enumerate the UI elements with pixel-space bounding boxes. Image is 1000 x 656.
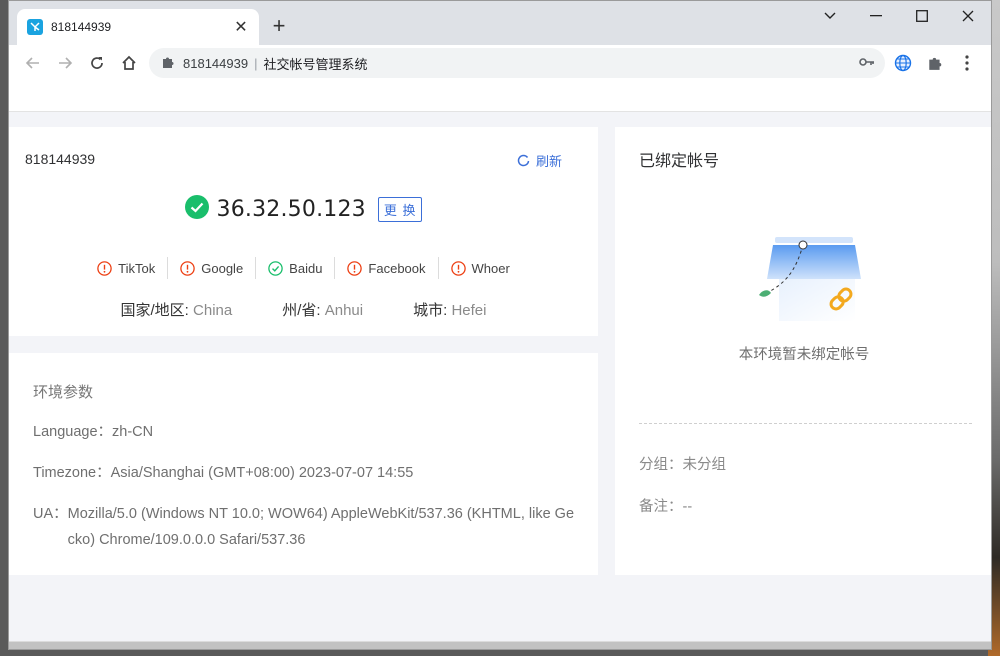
error-icon bbox=[347, 260, 363, 276]
geo-info: 国家/地区: China 州/省: Anhui 城市: Hefei bbox=[9, 299, 598, 320]
minimize-button[interactable] bbox=[853, 1, 899, 31]
app-favicon-icon bbox=[27, 19, 43, 35]
divider bbox=[639, 423, 972, 424]
params-title: 环境参数 bbox=[33, 384, 94, 401]
home-button[interactable] bbox=[113, 47, 145, 79]
forward-button[interactable] bbox=[49, 47, 81, 79]
param-ua: UA： Mozilla/5.0 (Windows NT 10.0; WOW64) … bbox=[33, 501, 578, 553]
active-tab[interactable]: 818144939 ✕ bbox=[17, 9, 259, 45]
group-value: 未分组 bbox=[682, 457, 727, 473]
password-key-icon[interactable] bbox=[859, 55, 875, 72]
globe-extension-icon[interactable] bbox=[887, 47, 919, 79]
ua-key: UA： bbox=[33, 506, 68, 522]
maximize-button[interactable] bbox=[899, 1, 945, 31]
empty-link-illustration bbox=[755, 233, 865, 333]
bound-group: 分组：未分组 bbox=[639, 453, 726, 474]
toolbar-extensions bbox=[887, 47, 983, 79]
group-key: 分组： bbox=[639, 457, 683, 473]
back-button[interactable] bbox=[17, 47, 49, 79]
new-tab-button[interactable]: + bbox=[267, 14, 291, 38]
check-label: Google bbox=[201, 260, 244, 276]
check-label: TikTok bbox=[118, 260, 156, 276]
environment-params-card: 环境参数 Language：zh-CN Timezone：Asia/Shangh… bbox=[9, 353, 598, 575]
province-value: Anhui bbox=[324, 302, 364, 319]
extension-puzzle-icon bbox=[161, 55, 175, 72]
menu-kebab-icon[interactable] bbox=[951, 47, 983, 79]
site-checks: TikTok Google Baidu Facebook Whoer bbox=[9, 257, 598, 279]
geo-city: 城市: Hefei bbox=[413, 299, 486, 320]
geo-province: 州/省: Anhui bbox=[282, 299, 363, 320]
timezone-key: Timezone： bbox=[33, 465, 111, 481]
check-label: Facebook bbox=[368, 260, 426, 276]
timezone-value: Asia/Shanghai (GMT+08:00) 2023-07-07 14:… bbox=[110, 465, 414, 481]
success-icon bbox=[268, 260, 283, 276]
browser-window: 818144939 ✕ + 818144939 | 社交帐号管理系统 81814… bbox=[8, 0, 992, 650]
geo-country: 国家/地区: China bbox=[121, 299, 233, 320]
ip-row: 36.32.50.123 更 换 bbox=[9, 195, 598, 224]
address-separator: | bbox=[254, 55, 258, 71]
check-tiktok[interactable]: TikTok bbox=[85, 261, 167, 276]
bound-accounts-title: 已绑定帐号 bbox=[639, 153, 720, 170]
error-icon bbox=[97, 260, 112, 276]
scrollbar-thumb[interactable] bbox=[9, 642, 991, 649]
check-baidu[interactable]: Baidu bbox=[256, 261, 334, 276]
bound-note: 备注：-- bbox=[639, 495, 692, 516]
tab-title: 818144939 bbox=[51, 20, 112, 34]
check-facebook[interactable]: Facebook bbox=[335, 261, 437, 276]
city-key: 城市: bbox=[413, 302, 448, 319]
browser-toolbar: 818144939 | 社交帐号管理系统 bbox=[9, 45, 991, 81]
city-value: Hefei bbox=[451, 302, 487, 319]
ua-value: Mozilla/5.0 (Windows NT 10.0; WOW64) App… bbox=[67, 506, 575, 548]
country-value: China bbox=[193, 302, 233, 319]
reload-button[interactable] bbox=[81, 47, 113, 79]
province-key: 州/省: bbox=[282, 302, 321, 319]
address-path: 社交帐号管理系统 bbox=[263, 56, 368, 72]
refresh-button[interactable]: 刷新 bbox=[517, 151, 562, 170]
language-value: zh-CN bbox=[112, 424, 154, 440]
environment-card: 818144939 刷新 36.32.50.123 更 换 TikTok Goo… bbox=[9, 127, 598, 336]
check-label: Baidu bbox=[289, 260, 323, 276]
error-icon bbox=[180, 260, 195, 276]
environment-name: 818144939 bbox=[25, 151, 96, 167]
bound-accounts-card: 已绑定帐号 本环境暂未绑定帐号 分组：未分组 备注：-- bbox=[615, 127, 991, 575]
ip-address: 36.32.50.123 bbox=[216, 197, 366, 222]
note-value: -- bbox=[682, 499, 693, 515]
check-google[interactable]: Google bbox=[168, 261, 255, 276]
refresh-icon bbox=[517, 154, 530, 167]
page-header bbox=[9, 81, 991, 112]
param-timezone: Timezone：Asia/Shanghai (GMT+08:00) 2023-… bbox=[33, 460, 413, 486]
tab-search-icon[interactable] bbox=[807, 1, 853, 31]
extensions-puzzle-icon[interactable] bbox=[919, 47, 951, 79]
language-key: Language： bbox=[33, 424, 113, 440]
address-bar[interactable]: 818144939 | 社交帐号管理系统 bbox=[149, 48, 885, 78]
country-key: 国家/地区: bbox=[120, 302, 189, 319]
note-key: 备注： bbox=[639, 499, 683, 515]
error-icon bbox=[450, 260, 466, 276]
close-tab-icon[interactable]: ✕ bbox=[233, 17, 249, 37]
ip-ok-icon bbox=[184, 195, 209, 224]
window-controls bbox=[807, 1, 991, 31]
check-label: Whoer bbox=[471, 260, 510, 276]
param-language: Language：zh-CN bbox=[33, 419, 153, 445]
tab-bar: 818144939 ✕ + bbox=[9, 1, 991, 45]
close-window-button[interactable] bbox=[945, 1, 991, 31]
change-ip-button[interactable]: 更 换 bbox=[377, 197, 423, 222]
check-whoer[interactable]: Whoer bbox=[439, 261, 522, 276]
horizontal-scrollbar[interactable] bbox=[9, 641, 991, 649]
refresh-label: 刷新 bbox=[536, 154, 563, 169]
address-host: 818144939 bbox=[183, 55, 249, 71]
empty-bound-text: 本环境暂未绑定帐号 bbox=[738, 347, 870, 363]
